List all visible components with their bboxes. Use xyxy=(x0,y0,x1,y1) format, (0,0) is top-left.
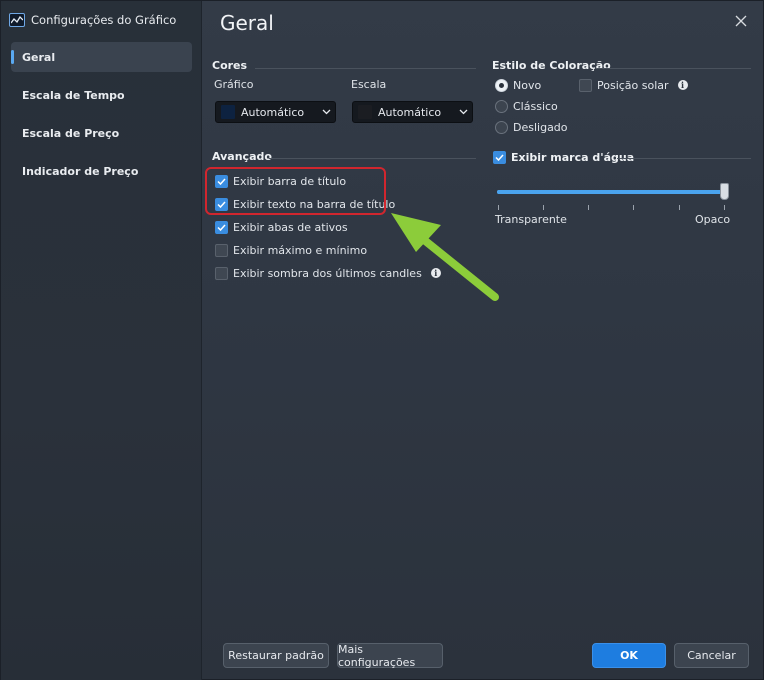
radio-label: Novo xyxy=(513,78,542,92)
estilo-divider xyxy=(597,68,751,69)
slider-tick xyxy=(543,205,544,210)
avancado-divider xyxy=(269,158,476,159)
sidebar: Configurações do Gráfico Geral Escala de… xyxy=(1,1,202,680)
close-icon xyxy=(735,15,747,27)
marca-divider xyxy=(617,158,751,159)
button-label: OK xyxy=(620,649,638,662)
slider-tick xyxy=(679,205,680,210)
restaurar-padrao-button[interactable]: Restaurar padrão xyxy=(223,643,329,668)
app-title-bar: Configurações do Gráfico xyxy=(9,11,176,29)
highlight-box xyxy=(205,167,386,215)
checkbox-unchecked-icon xyxy=(579,78,592,92)
cores-section-title: Cores xyxy=(212,59,248,72)
settings-dialog: Configurações do Gráfico Geral Escala de… xyxy=(0,0,764,680)
exibir-abas-ativos-checkbox[interactable]: Exibir abas de ativos xyxy=(215,219,348,235)
escala-label: Escala xyxy=(351,78,387,91)
chevron-down-icon xyxy=(454,109,472,115)
cancel-button[interactable]: Cancelar xyxy=(674,643,749,668)
sidebar-item-label: Geral xyxy=(22,50,56,64)
radio-selected-icon xyxy=(495,78,508,92)
slider-max-label: Opaco xyxy=(695,213,731,226)
radio-unselected-icon xyxy=(495,120,508,134)
escala-color-swatch xyxy=(358,105,372,119)
sidebar-item-indicador-de-preco[interactable]: Indicador de Preço xyxy=(11,156,192,186)
app-title: Configurações do Gráfico xyxy=(31,13,177,27)
radio-desligado[interactable]: Desligado xyxy=(495,119,568,135)
chart-app-icon xyxy=(9,13,25,27)
page-title: Geral xyxy=(220,11,274,35)
close-button[interactable] xyxy=(731,11,751,31)
button-label: Mais configurações xyxy=(338,642,416,669)
sidebar-item-geral[interactable]: Geral xyxy=(11,42,192,72)
checkbox-checked-icon xyxy=(493,150,506,164)
checkbox-label: Exibir sombra dos últimos candles xyxy=(233,266,422,280)
sidebar-item-escala-de-preco[interactable]: Escala de Preço xyxy=(11,118,192,148)
ok-button[interactable]: OK xyxy=(592,643,666,668)
grafico-label: Gráfico xyxy=(214,78,254,91)
cores-divider xyxy=(255,68,476,69)
posicao-solar-checkbox[interactable]: Posição solar i xyxy=(579,77,688,93)
grafico-color-dropdown[interactable]: Automático xyxy=(215,101,336,123)
estilo-section-title: Estilo de Coloração xyxy=(492,59,611,72)
radio-classico[interactable]: Clássico xyxy=(495,98,558,114)
checkbox-unchecked-icon xyxy=(215,243,228,257)
radio-label: Clássico xyxy=(513,99,558,113)
checkbox-label: Exibir máximo e mínimo xyxy=(233,243,368,257)
info-icon[interactable]: i xyxy=(677,80,688,90)
sidebar-item-label: Escala de Tempo xyxy=(22,88,125,102)
escala-color-dropdown[interactable]: Automático xyxy=(352,101,473,123)
avancado-section-title: Avançado xyxy=(212,150,272,163)
radio-novo[interactable]: Novo xyxy=(495,77,541,93)
grafico-color-swatch xyxy=(221,105,235,119)
slider-tick xyxy=(724,205,725,210)
radio-label: Desligado xyxy=(513,120,568,134)
checkbox-label: Posição solar xyxy=(597,78,669,92)
slider-tick xyxy=(498,205,499,210)
slider-min-label: Transparente xyxy=(495,213,567,226)
info-icon[interactable]: i xyxy=(430,268,441,278)
opacity-slider-track[interactable] xyxy=(497,190,727,194)
checkbox-label: Exibir abas de ativos xyxy=(233,220,348,234)
grafico-dropdown-value: Automático xyxy=(241,105,305,119)
slider-tick xyxy=(588,205,589,210)
checkbox-label: Exibir marca d'água xyxy=(511,150,635,164)
exibir-sombra-candles-checkbox[interactable]: Exibir sombra dos últimos candles i xyxy=(215,265,441,281)
button-label: Cancelar xyxy=(687,649,736,662)
sidebar-item-escala-de-tempo[interactable]: Escala de Tempo xyxy=(11,80,192,110)
exibir-marca-dagua-checkbox[interactable]: Exibir marca d'água xyxy=(493,149,634,165)
sidebar-item-label: Escala de Preço xyxy=(22,126,120,140)
opacity-slider-thumb[interactable] xyxy=(720,183,729,200)
checkbox-checked-icon xyxy=(215,220,228,234)
opacity-slider-fill xyxy=(497,190,727,194)
radio-unselected-icon xyxy=(495,99,508,113)
mais-configuracoes-button[interactable]: Mais configurações xyxy=(337,642,443,669)
sidebar-item-label: Indicador de Preço xyxy=(22,164,139,178)
checkbox-unchecked-icon xyxy=(215,266,228,280)
button-label: Restaurar padrão xyxy=(228,649,324,662)
slider-tick xyxy=(633,205,634,210)
chevron-down-icon xyxy=(317,109,335,115)
exibir-maximo-minimo-checkbox[interactable]: Exibir máximo e mínimo xyxy=(215,242,367,258)
escala-dropdown-value: Automático xyxy=(378,105,442,119)
